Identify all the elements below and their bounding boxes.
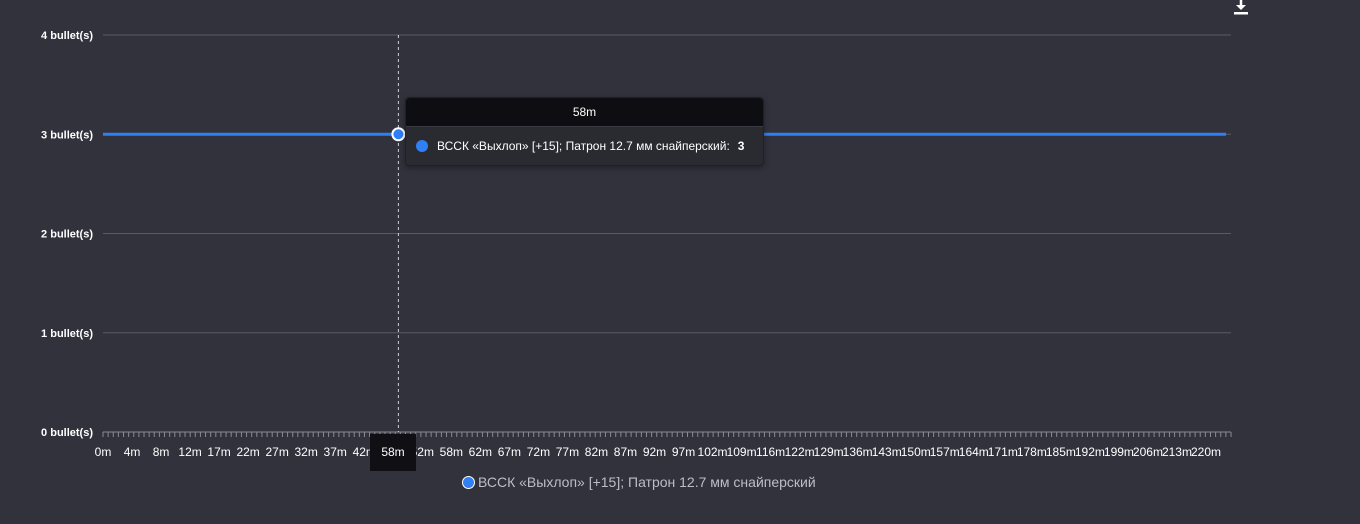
x-tick-label: 72m: [527, 445, 550, 459]
chart-tooltip: 58m ВССК «Выхлоп» [+15]; Патрон 12.7 мм …: [405, 97, 764, 166]
x-tick-label: 136m: [843, 445, 873, 459]
download-icon: [1234, 0, 1248, 15]
x-tick-label: 185m: [1046, 445, 1076, 459]
x-tick-label: 37m: [324, 445, 347, 459]
tooltip-series-label: ВССК «Выхлоп» [+15]; Патрон 12.7 мм снай…: [437, 139, 730, 153]
legend-label: ВССК «Выхлоп» [+15]; Патрон 12.7 мм снай…: [478, 474, 816, 490]
x-tick-label: 8m: [153, 445, 170, 459]
x-tick-label: 22m: [236, 445, 259, 459]
x-tick-label: 0m: [95, 445, 112, 459]
x-tick-label: 171m: [988, 445, 1018, 459]
x-tick-label: 122m: [785, 445, 815, 459]
x-tick-label: 32m: [295, 445, 318, 459]
x-tick-label: 192m: [1075, 445, 1105, 459]
x-tick-label: 220m: [1191, 445, 1221, 459]
x-tick-label: 143m: [872, 445, 902, 459]
tooltip-row: ВССК «Выхлоп» [+15]; Патрон 12.7 мм снай…: [406, 127, 763, 165]
x-tick-label: 67m: [498, 445, 521, 459]
x-tick-label: 17m: [207, 445, 230, 459]
x-tick-label: 178m: [1017, 445, 1047, 459]
tooltip-value: 3: [737, 139, 745, 153]
x-tick-label: 97m: [672, 445, 695, 459]
x-tick-label: 62m: [469, 445, 492, 459]
x-tick-label: 109m: [727, 445, 757, 459]
x-tick-label: 87m: [614, 445, 637, 459]
x-tick-label: 12m: [178, 445, 201, 459]
x-tick-label: 213m: [1162, 445, 1192, 459]
legend-marker: [462, 475, 475, 489]
x-tick-label: 92m: [643, 445, 666, 459]
line-chart: 0 bullet(s) 1 bullet(s) 2 bullet(s) 3 bulle…: [41, 30, 1232, 459]
y-tick-label: 4 bullet(s): [41, 30, 93, 42]
x-tick-label: 102m: [698, 445, 728, 459]
x-tick-label: 206m: [1133, 445, 1163, 459]
crosshair-x-label: 58m: [370, 434, 416, 471]
legend-item[interactable]: ВССК «Выхлоп» [+15]; Патрон 12.7 мм снай…: [462, 472, 816, 492]
x-axis-labels: 0m4m8m12m17m22m27m32m37m42m47m52m58m62m6…: [95, 445, 1221, 459]
x-tick-label: 164m: [959, 445, 989, 459]
y-tick-label: 3 bullet(s): [41, 129, 93, 141]
x-tick-label: 77m: [556, 445, 579, 459]
x-tick-label: 150m: [901, 445, 931, 459]
x-tick-label: 157m: [930, 445, 960, 459]
x-tick-label: 129m: [814, 445, 844, 459]
x-tick-label: 116m: [756, 445, 785, 459]
tooltip-title: 58m: [406, 98, 763, 127]
hover-point-marker: [391, 127, 406, 142]
y-tick-label: 1 bullet(s): [41, 328, 93, 340]
x-tick-label: 27m: [265, 445, 288, 459]
tooltip-series-dot: [416, 140, 428, 152]
y-tick-label: 2 bullet(s): [41, 229, 93, 241]
download-button[interactable]: [1232, 0, 1250, 16]
x-tick-label: 58m: [440, 445, 463, 459]
y-tick-label: 0 bullet(s): [41, 427, 93, 439]
x-axis: [102, 431, 1232, 437]
y-axis-labels: 0 bullet(s) 1 bullet(s) 2 bullet(s) 3 bulle…: [41, 30, 93, 439]
x-tick-label: 199m: [1104, 445, 1134, 459]
grid-lines: [103, 34, 1231, 334]
x-tick-label: 82m: [585, 445, 608, 459]
x-tick-label: 4m: [124, 445, 141, 459]
